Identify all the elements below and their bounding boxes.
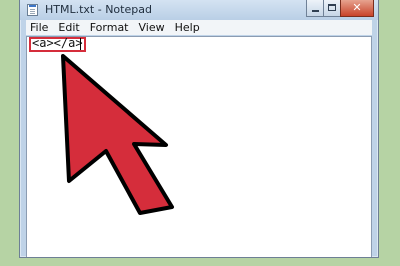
cursor-arrow-shape: [61, 54, 174, 215]
cursor-arrow-icon: [61, 54, 174, 215]
